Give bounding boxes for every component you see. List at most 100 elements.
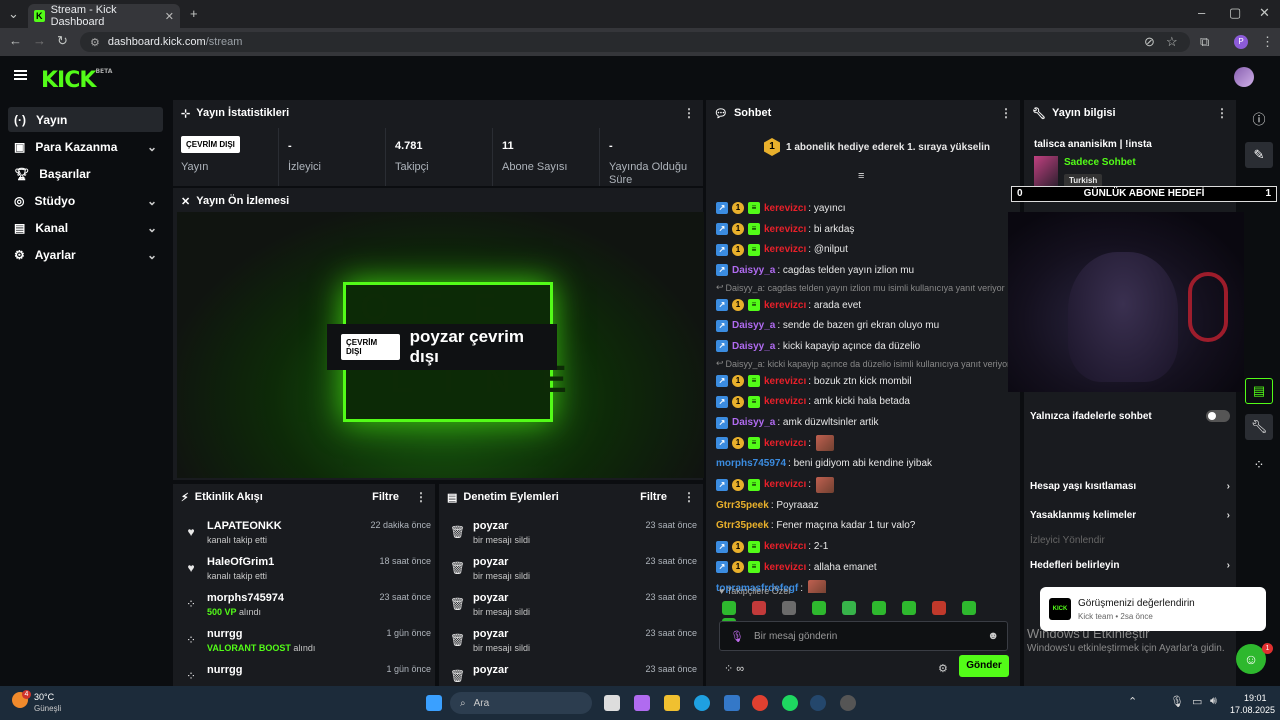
- forward-icon[interactable]: →: [33, 34, 46, 48]
- windows-start-icon[interactable]: [426, 695, 442, 711]
- trash-icon: 🗑︎: [450, 633, 466, 647]
- extensions-icon[interactable]: ⧉: [1200, 35, 1209, 49]
- gift-badge-icon: ≡: [748, 478, 760, 491]
- eye-off-icon[interactable]: ⊘: [1144, 35, 1155, 49]
- edge-icon[interactable]: [694, 695, 710, 711]
- chat-username[interactable]: kerevizcı: [764, 562, 806, 573]
- kick-logo[interactable]: KICKBETA: [41, 68, 112, 93]
- set-goals-setting[interactable]: Hedefleri belirleyin ›: [1030, 555, 1230, 575]
- emote-icon[interactable]: [842, 601, 856, 615]
- emote-icon[interactable]: [782, 601, 796, 615]
- sidebar-item-ayarlar[interactable]: ⚙ Ayarlar ⌄: [8, 242, 163, 267]
- minimize-icon[interactable]: –: [1198, 6, 1205, 20]
- filter-button[interactable]: Filtre: [372, 491, 399, 503]
- kebab-menu-icon[interactable]: ⋮: [1000, 106, 1012, 120]
- profile-avatar[interactable]: P: [1234, 35, 1248, 49]
- chat-username[interactable]: kerevizcı: [764, 479, 806, 490]
- microphone-tray-icon[interactable]: 🎙︎: [1170, 695, 1184, 708]
- file-explorer-icon[interactable]: [664, 695, 680, 711]
- chat-username[interactable]: Gtrr35peek: [716, 520, 769, 531]
- close-window-icon[interactable]: ✕: [1259, 6, 1270, 20]
- sidebar-item-basarilar[interactable]: 🏆︎ Başarılar: [8, 161, 163, 186]
- emoji-picker-icon[interactable]: ☻: [987, 630, 999, 642]
- edit-pencil-icon[interactable]: ✎: [1245, 142, 1273, 168]
- community-icon[interactable]: ⁘: [1245, 452, 1273, 478]
- chat-username[interactable]: Daisyy_a: [732, 341, 775, 352]
- chevron-right-icon: ›: [1226, 559, 1230, 571]
- sidebar-item-yayin[interactable]: (·) Yayın: [8, 107, 163, 132]
- tray-chevron-icon[interactable]: ⌃: [1128, 695, 1137, 708]
- preview-video[interactable]: OFF LINE ÇEVRİM DIŞI poyzar çevrim dışı: [177, 212, 704, 478]
- pinned-leaderboard[interactable]: 1 1 abonelik hediye ederek 1. sıraya yük…: [764, 138, 990, 156]
- spotify-icon[interactable]: [782, 695, 798, 711]
- wrench-tool-icon[interactable]: 🔧︎: [1245, 414, 1273, 440]
- emote-icon[interactable]: [812, 601, 826, 615]
- sidebar-item-para-kazanma[interactable]: ▣ Para Kazanma ⌄: [8, 134, 163, 159]
- send-button[interactable]: Gönder: [959, 655, 1009, 677]
- copilot-icon[interactable]: [634, 695, 650, 711]
- hamburger-menu-icon[interactable]: [14, 70, 27, 80]
- emotes-only-setting[interactable]: Yalnızca ifadelerle sohbet: [1030, 406, 1230, 426]
- emote-icon[interactable]: [872, 601, 886, 615]
- emotes-only-toggle[interactable]: [1206, 410, 1230, 422]
- chat-username[interactable]: kerevizcı: [764, 300, 806, 311]
- info-icon[interactable]: ⓘ: [1245, 105, 1273, 131]
- chat-username[interactable]: Daisyy_a: [732, 320, 775, 331]
- collapse-pinned-icon[interactable]: ≡: [858, 170, 864, 182]
- volume-icon[interactable]: 🔊︎: [1210, 695, 1217, 708]
- browser-tab[interactable]: K Stream - Kick Dashboard ✕: [28, 4, 180, 28]
- restore-icon[interactable]: ▢: [1229, 6, 1241, 20]
- chat-username[interactable]: kerevizcı: [764, 541, 806, 552]
- app-icon[interactable]: [840, 695, 856, 711]
- chat-username[interactable]: kerevizcı: [764, 376, 806, 387]
- bookmark-star-icon[interactable]: ☆: [1166, 35, 1178, 49]
- banned-words-setting[interactable]: Yasaklanmış kelimeler ›: [1030, 505, 1230, 525]
- chat-text: : Poyraaaz: [770, 499, 819, 511]
- calendar-icon[interactable]: ▤: [1245, 378, 1273, 404]
- chat-settings-icon[interactable]: ⚙: [938, 662, 948, 675]
- chrome-icon[interactable]: [752, 695, 768, 711]
- new-tab-icon[interactable]: +: [190, 7, 198, 21]
- store-icon[interactable]: [724, 695, 740, 711]
- emote-icon[interactable]: [752, 601, 766, 615]
- chat-username[interactable]: kerevizcı: [764, 438, 806, 449]
- subscriber-badge-icon: 1: [732, 478, 744, 491]
- tab-list-icon[interactable]: ⌄: [8, 7, 19, 21]
- close-tab-icon[interactable]: ✕: [165, 10, 174, 23]
- network-icon[interactable]: ▭: [1192, 695, 1202, 708]
- site-info-icon[interactable]: ⚙: [90, 36, 100, 49]
- address-bar[interactable]: ⚙ dashboard.kick.com/stream: [80, 32, 1190, 52]
- chat-username[interactable]: kerevizcı: [764, 203, 806, 214]
- steam-icon[interactable]: [810, 695, 826, 711]
- chat-username[interactable]: Daisyy_a: [732, 265, 775, 276]
- chat-username[interactable]: morphs745974: [716, 458, 786, 469]
- kebab-menu-icon[interactable]: ⋮: [1216, 106, 1228, 120]
- chat-input[interactable]: 🎙︎ Bir mesaj gönderin ☻: [719, 621, 1008, 651]
- emote-icon[interactable]: [962, 601, 976, 615]
- chat-username[interactable]: kerevizcı: [764, 396, 806, 407]
- kebab-menu-icon[interactable]: ⋮: [415, 490, 427, 504]
- notification-toast[interactable]: KICK Görüşmenizi değerlendirin Kick team…: [1040, 587, 1266, 631]
- microphone-icon[interactable]: 🎙︎: [730, 630, 744, 643]
- chat-username[interactable]: Daisyy_a: [732, 417, 775, 428]
- points-icon[interactable]: ⁘ ∞: [724, 662, 744, 675]
- emote-icon[interactable]: [902, 601, 916, 615]
- taskbar-search[interactable]: ⌕ Ara: [450, 692, 592, 714]
- sidebar-item-kanal[interactable]: ▤ Kanal ⌄: [8, 215, 163, 240]
- emote-icon[interactable]: [722, 601, 736, 615]
- filter-button[interactable]: Filtre: [640, 491, 667, 503]
- age-restriction-setting[interactable]: Hesap yaşı kısıtlaması ›: [1030, 476, 1230, 496]
- task-view-icon[interactable]: [604, 695, 620, 711]
- back-icon[interactable]: ←: [9, 34, 22, 48]
- user-avatar[interactable]: [1234, 67, 1254, 87]
- chat-username[interactable]: kerevizcı: [764, 224, 806, 235]
- category-name[interactable]: Sadece Sohbet: [1064, 157, 1136, 168]
- emote-icon[interactable]: [932, 601, 946, 615]
- chat-username[interactable]: Gtrr35peek: [716, 500, 769, 511]
- menu-kebab-icon[interactable]: ⋮: [1261, 35, 1274, 49]
- sidebar-item-studyo[interactable]: ◎ Stüdyo ⌄: [8, 188, 163, 213]
- reload-icon[interactable]: ↻: [57, 34, 68, 48]
- kebab-menu-icon[interactable]: ⋮: [683, 106, 695, 120]
- chat-username[interactable]: kerevizcı: [764, 244, 806, 255]
- kebab-menu-icon[interactable]: ⋮: [683, 490, 695, 504]
